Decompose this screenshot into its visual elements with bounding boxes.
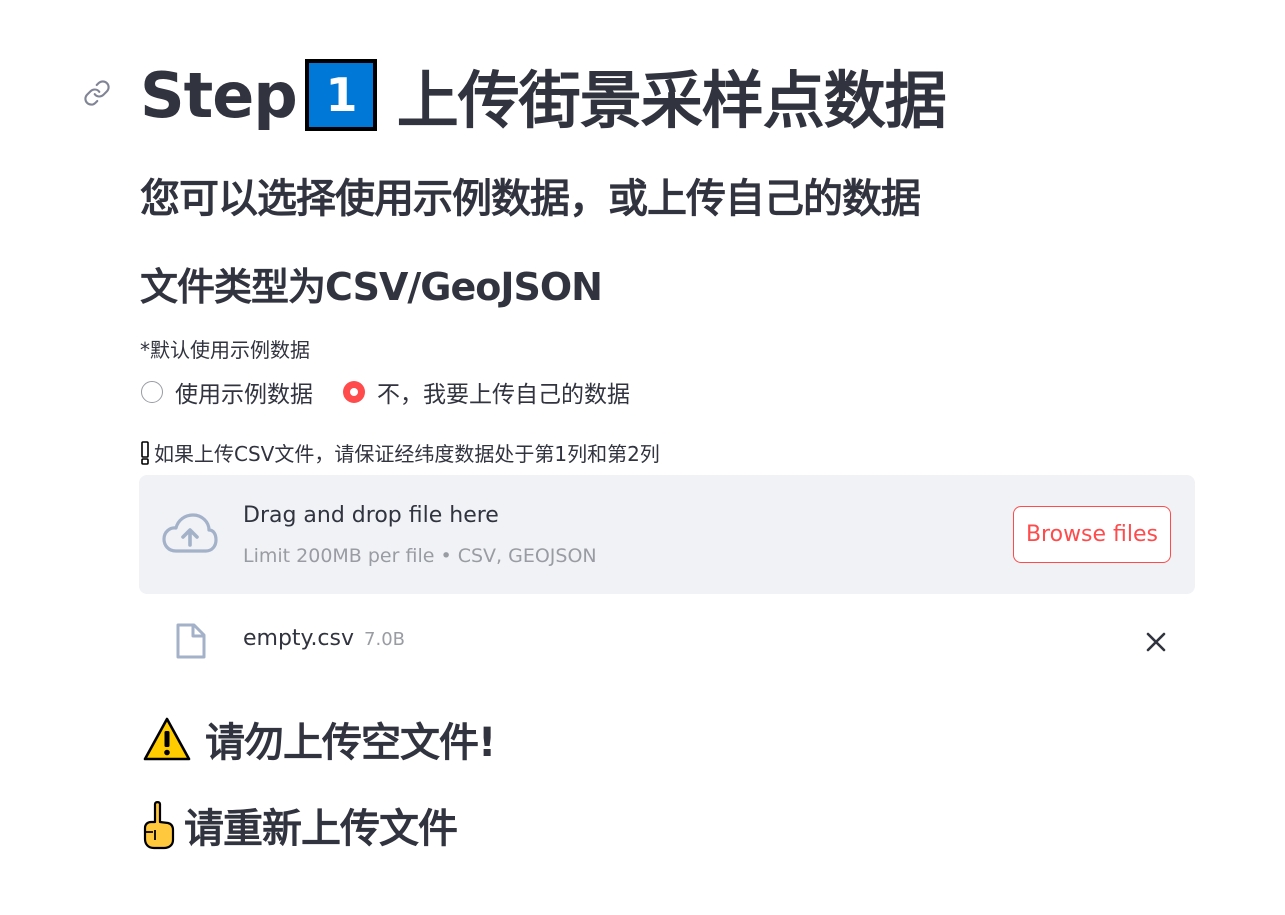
warning-icon — [143, 717, 191, 761]
browse-files-button[interactable]: Browse files — [1013, 506, 1171, 563]
data-source-radio-group: 使用示例数据 不，我要上传自己的数据 — [141, 374, 660, 410]
reupload-text: 请重新上传文件 — [184, 806, 458, 852]
page-title: Step 1 上传街景采样点数据 — [140, 50, 947, 140]
upload-note: 如果上传CSV文件，请保证经纬度数据处于第1列和第2列 — [140, 438, 660, 467]
title-main: 上传街景采样点数据 — [396, 64, 947, 137]
warning-message: 请勿上传空文件! — [143, 710, 496, 768]
radio-option-sample-data[interactable]: 使用示例数据 — [141, 375, 313, 409]
uploaded-file-name: empty.csv — [243, 626, 355, 651]
page: Step 1 上传街景采样点数据 您可以选择使用示例数据，或上传自己的数据 文件… — [0, 0, 1285, 915]
step-number: 1 — [325, 68, 356, 122]
file-icon — [175, 622, 207, 664]
dropzone-limit: Limit 200MB per file • CSV, GEOJSON — [243, 545, 597, 567]
uploaded-file-size: 7.0B — [364, 629, 405, 650]
radio-label-sample-data: 使用示例数据 — [175, 382, 313, 408]
radio-option-upload-own[interactable]: 不，我要上传自己的数据 — [343, 375, 630, 409]
exclamation-icon — [141, 440, 149, 465]
warning-text: 请勿上传空文件! — [205, 720, 496, 766]
file-dropzone[interactable]: Drag and drop file here Limit 200MB per … — [139, 475, 1195, 594]
uploaded-file-info: empty.csv 7.0B — [243, 626, 405, 651]
radio-caption: *默认使用示例数据 — [140, 338, 310, 362]
subheader-file-type: 文件类型为CSV/GeoJSON — [140, 265, 603, 309]
link-icon[interactable] — [83, 79, 111, 107]
title-prefix: Step — [140, 58, 298, 132]
pointing-up-icon — [143, 801, 175, 850]
subheader-choose-data: 您可以选择使用示例数据，或上传自己的数据 — [140, 176, 921, 222]
close-icon[interactable] — [1142, 628, 1170, 656]
radio-label-upload-own: 不，我要上传自己的数据 — [377, 382, 630, 408]
cloud-upload-icon — [162, 513, 218, 559]
reupload-message: 请重新上传文件 — [142, 796, 458, 854]
uploaded-file-row: empty.csv 7.0B — [139, 612, 1195, 668]
upload-note-text: 如果上传CSV文件，请保证经纬度数据处于第1列和第2列 — [154, 442, 660, 466]
radio-button-selected[interactable] — [343, 381, 365, 403]
keycap-one-icon: 1 — [304, 59, 377, 131]
dropzone-title: Drag and drop file here — [243, 503, 499, 528]
radio-button-unselected[interactable] — [141, 381, 163, 403]
